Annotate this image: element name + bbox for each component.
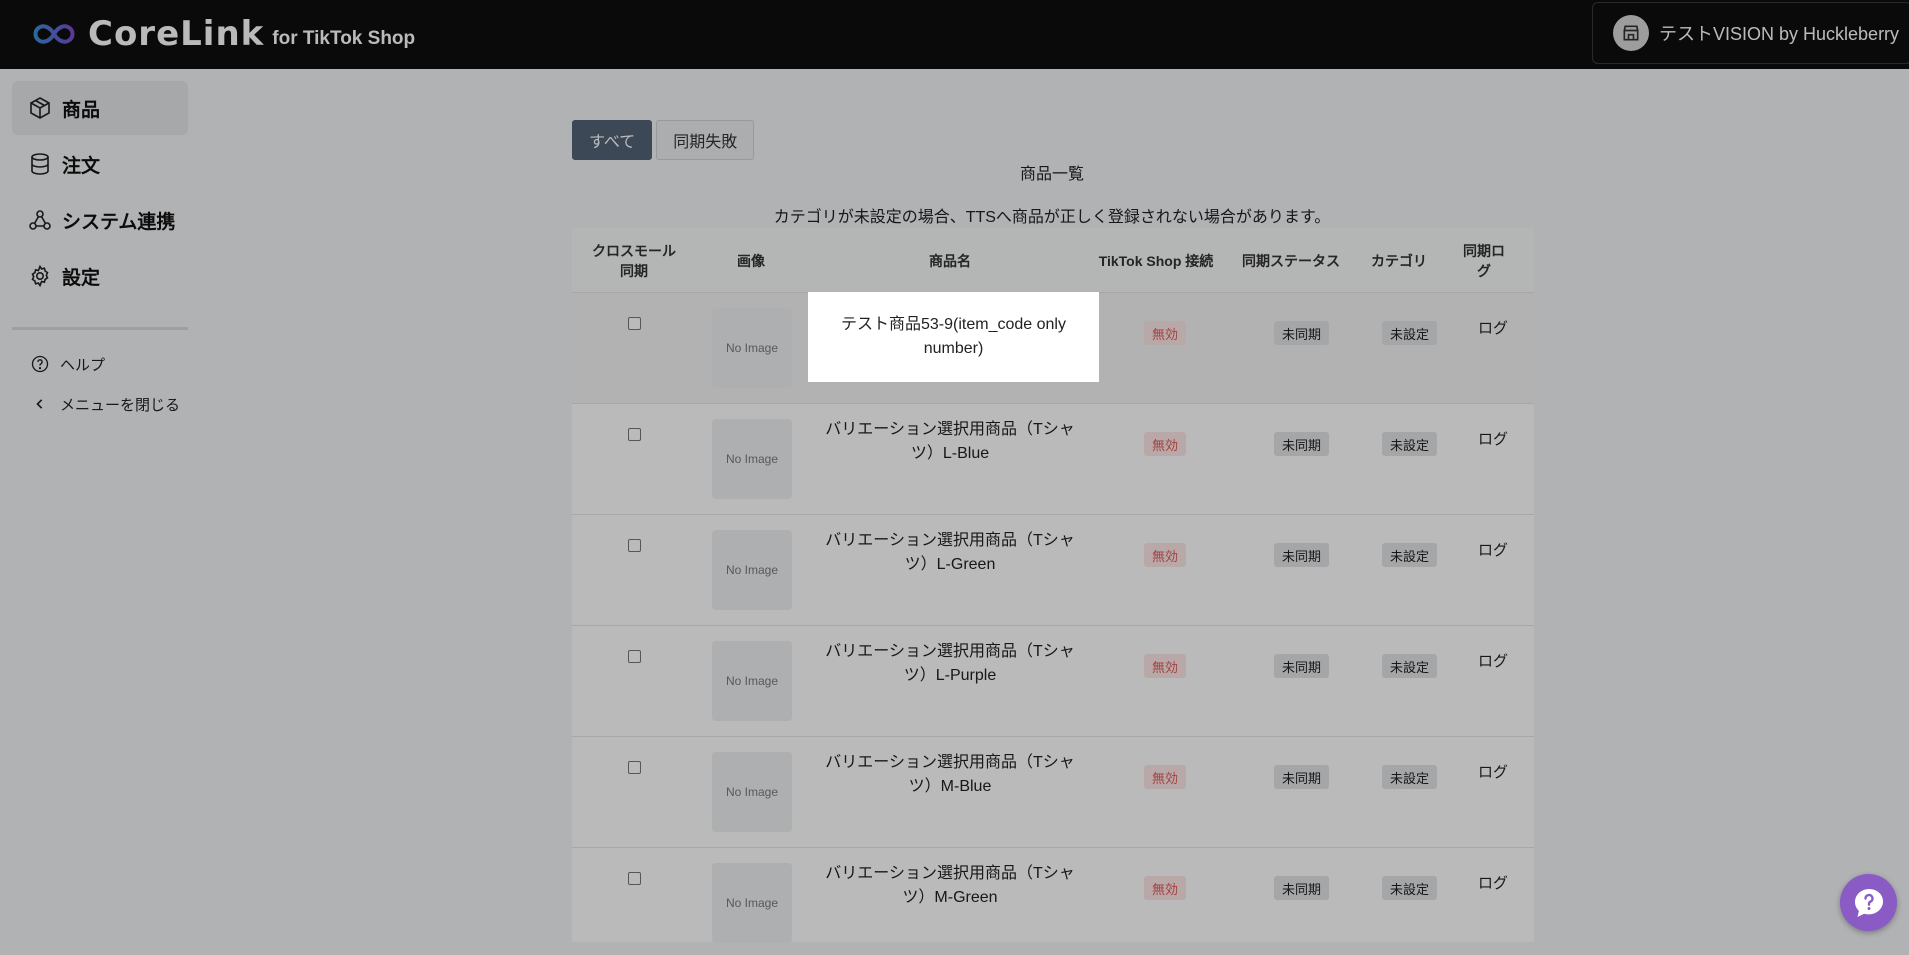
product-name-tooltip: テスト商品53-9(item_code only number) [808, 292, 1099, 382]
help-chat-button[interactable] [1840, 874, 1897, 931]
modal-overlay[interactable] [0, 0, 1909, 955]
help-bubble-icon [1854, 888, 1883, 917]
